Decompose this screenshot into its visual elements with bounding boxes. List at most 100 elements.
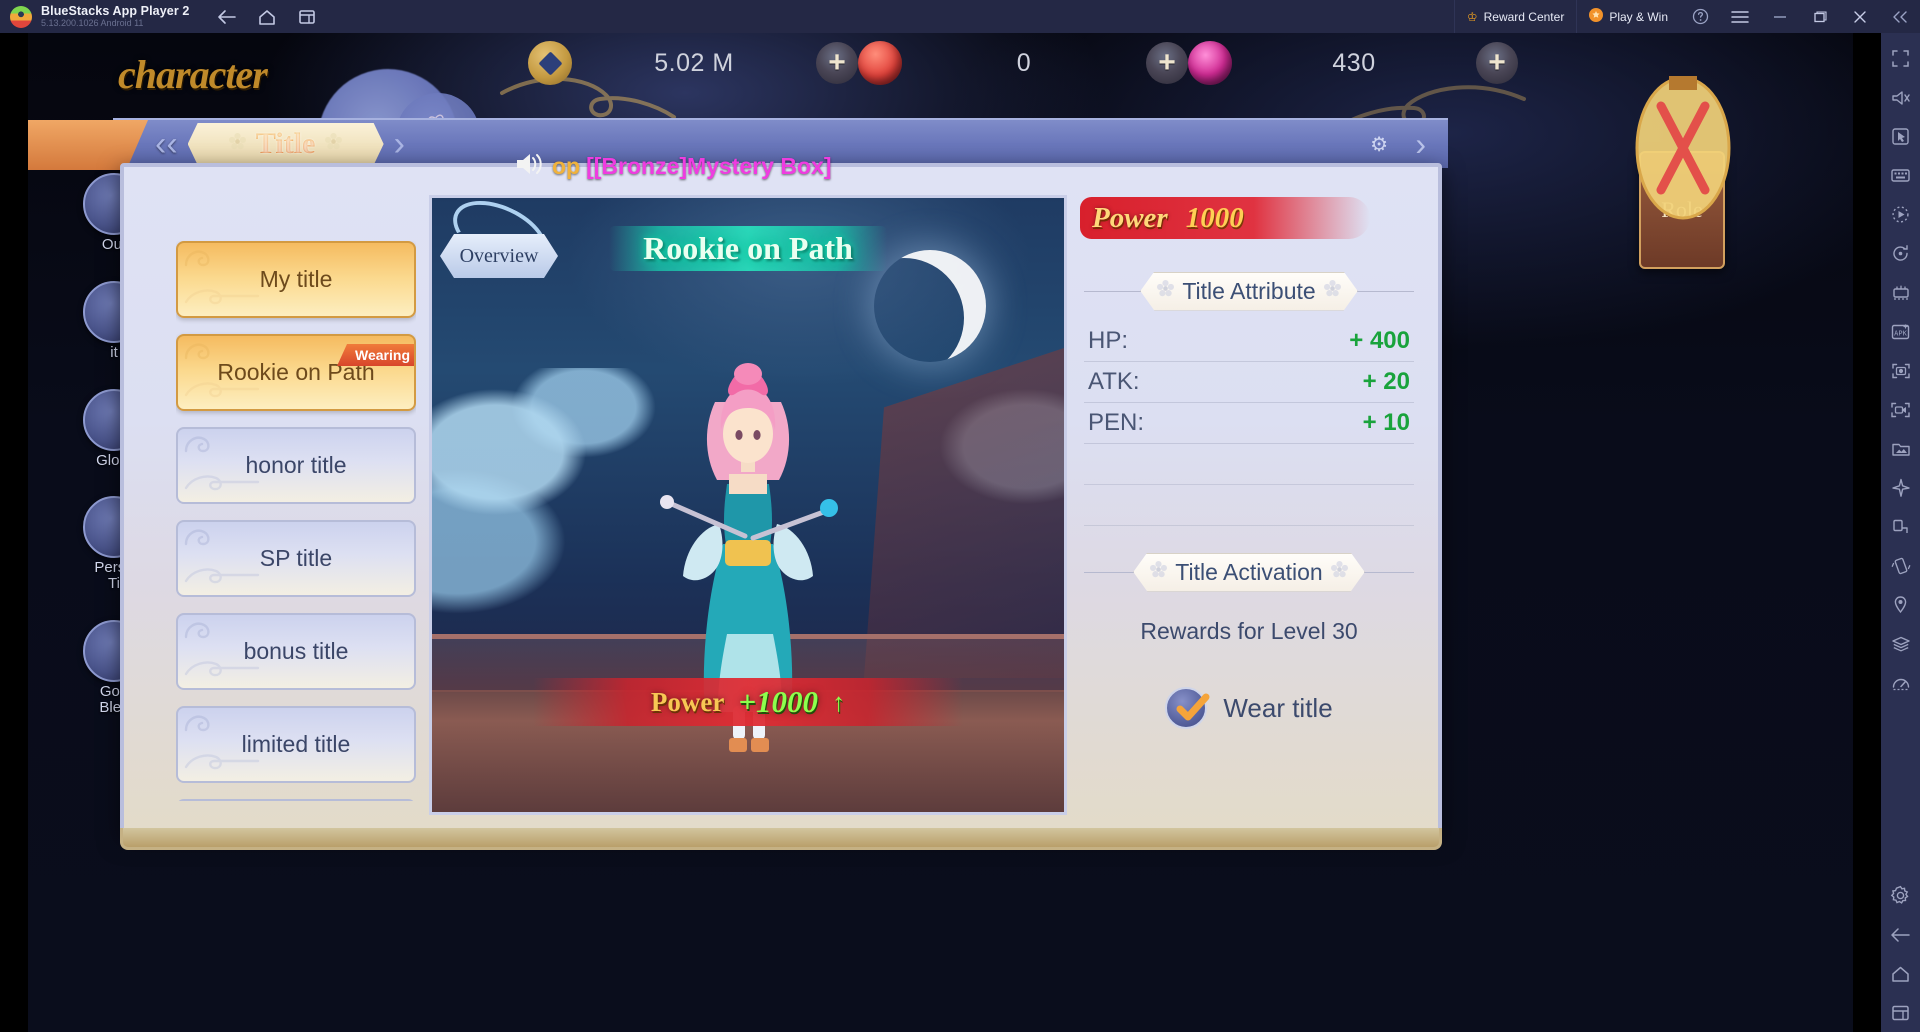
title-attribute-label: Title Attribute [1182,277,1316,304]
stat-value-atk: + 20 [1362,368,1410,395]
wear-title-checkbox[interactable] [1165,687,1210,729]
background-word: character [118,52,268,97]
close-button[interactable] [1840,0,1880,33]
home-icon[interactable] [1881,954,1920,993]
marquee-text-primary: op [552,152,581,179]
currency-red-gem: 0 + [858,41,1188,85]
list-item-my-title[interactable]: My title [176,241,416,318]
recent-apps-icon[interactable] [297,8,317,26]
gear-icon[interactable]: ⚙ [1370,132,1388,157]
settings-icon[interactable] [1881,876,1920,915]
shake-icon[interactable] [1881,546,1920,585]
equipped-title-name: Rookie on Path [643,230,853,266]
bluestacks-logo-icon [10,5,32,28]
titlebar-right-controls: ♔ Reward Center Play & Win [1453,0,1920,33]
svg-text:APK: APK [1894,329,1907,337]
back-arrow-icon[interactable] [217,8,237,26]
location-icon[interactable] [1881,585,1920,624]
macro-record-icon[interactable] [1881,195,1920,234]
title-activation-header: Title Activation [1084,552,1414,592]
list-item-rookie-on-path[interactable]: Rookie on Path Wearing [176,334,416,411]
list-item-sp-title[interactable]: SP title [176,520,416,597]
stat-value-hp: + 400 [1349,327,1410,354]
power-label: Power [1092,201,1168,234]
header-forward-chevron-icon[interactable]: › [394,125,405,164]
rotate-icon[interactable] [1881,507,1920,546]
red-gem-icon [858,41,902,85]
window-titlebar: BlueStacks App Player 2 5.13.200.1026 An… [0,0,1920,33]
power-banner: Power 1000 [1080,191,1370,245]
meter-icon[interactable] [1881,663,1920,702]
android-nav-icons [217,8,317,26]
play-and-win-label: Play & Win [1609,9,1668,24]
airplane-icon[interactable] [1881,468,1920,507]
back-icon[interactable] [1881,915,1920,954]
list-item-label: honor title [245,451,347,478]
fullscreen-icon[interactable] [1881,39,1920,78]
menu-icon[interactable] [1720,0,1760,33]
purple-gem-add-button[interactable]: + [1476,42,1518,84]
home-icon[interactable] [257,8,277,26]
list-item-limited-title[interactable]: limited title [176,706,416,783]
stat-row-hp: HP: + 400 [1084,321,1414,362]
red-gem-add-button[interactable]: + [1146,42,1188,84]
character-preview-stage[interactable]: Overview Rookie on Path Power +1000 ↑ [429,195,1067,815]
header-back-chevron-icon[interactable]: ‹‹ [155,125,178,164]
page-title: Title [255,127,316,160]
list-item-label: SP title [259,544,333,571]
title-attribute-plate: Title Attribute [1140,272,1357,311]
currency-bar: 5.02 M + 0 + 430 + [528,33,1518,93]
layers-icon[interactable] [1881,624,1920,663]
title-category-list[interactable]: My title Rookie on Path Wearing honor ti… [176,241,416,801]
collapse-toolbar-button[interactable] [1880,0,1920,33]
stat-row-empty-1 [1084,444,1414,485]
header-next-chevron-icon[interactable]: › [1415,126,1426,163]
wear-title-row[interactable]: Wear title [1084,687,1414,729]
gold-value: 5.02 M [654,48,734,77]
keyboard-icon[interactable] [1881,156,1920,195]
list-item-honor-title[interactable]: honor title [176,427,416,504]
gold-add-button[interactable]: + [816,42,858,84]
install-apk-icon[interactable]: APK [1881,312,1920,351]
app-version: 5.13.200.1026 Android 11 [41,18,144,29]
reward-center-button[interactable]: ♔ Reward Center [1453,0,1576,33]
panel-footer-bar [120,828,1442,850]
announcement-marquee: op [[Bronze]Mystery Box] [514,149,1214,183]
marquee-text-item: [[Bronze]Mystery Box] [586,152,832,179]
media-manager-icon[interactable] [1881,429,1920,468]
screenshot-icon[interactable] [1881,351,1920,390]
cloud-ornament-icon [182,245,242,277]
pointer-icon[interactable] [1881,117,1920,156]
help-icon[interactable] [1680,0,1720,33]
record-video-icon[interactable] [1881,390,1920,429]
status-badge-wearing: Wearing [337,344,414,366]
sync-icon[interactable] [1881,234,1920,273]
list-item-bonus-title[interactable]: bonus title [176,613,416,690]
title-info-panel: Power 1000 Title Attribute HP: + 400 ATK… [1080,191,1414,815]
currency-gold: 5.02 M + [528,41,858,85]
purple-gem-icon [1188,41,1232,85]
checkmark-icon [1176,693,1210,721]
title-flower-left-icon [229,133,246,155]
list-item-label: My title [259,265,333,292]
overview-button[interactable]: Overview [440,234,558,278]
game-viewport[interactable]: character 5.02 M + 0 + 430 + Out it Glor… [0,33,1881,1032]
play-and-win-button[interactable]: Play & Win [1576,0,1680,33]
minimize-button[interactable] [1760,0,1800,33]
maximize-button[interactable] [1800,0,1840,33]
title-activation-label: Title Activation [1175,558,1323,585]
multi-instance-icon[interactable] [1881,273,1920,312]
equipped-title-banner: Rookie on Path [609,226,887,271]
gold-coin-icon [528,41,572,85]
flower-left-icon [1157,280,1174,302]
game-content: character 5.02 M + 0 + 430 + Out it Glor… [28,33,1853,1032]
power-gain-value: +1000 [738,684,819,719]
title-activation-plate: Title Activation [1133,553,1364,592]
power-gain-label: Power [650,686,725,717]
mute-icon[interactable] [1881,78,1920,117]
list-item-next-partial[interactable] [176,799,416,801]
star-badge-icon [1589,8,1604,25]
flower-right-icon [1331,561,1348,583]
recents-icon[interactable] [1881,993,1920,1032]
power-up-arrow-icon: ↑ [832,686,846,717]
